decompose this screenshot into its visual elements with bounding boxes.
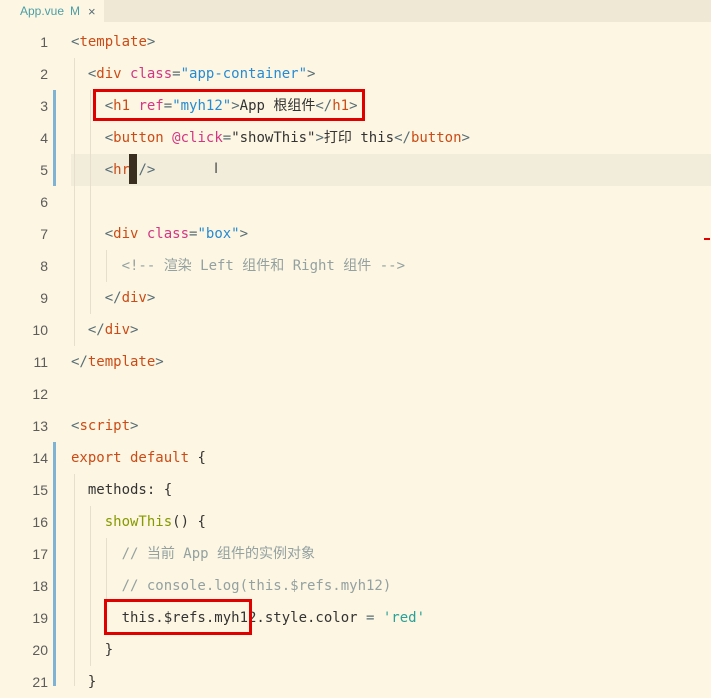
line-number: 5 xyxy=(40,162,48,178)
code-token: > xyxy=(130,418,139,434)
code-token: hr xyxy=(113,162,131,178)
code-line[interactable]: } xyxy=(71,666,96,698)
line-number: 15 xyxy=(32,482,48,498)
code-token: > xyxy=(146,290,156,306)
line-number: 6 xyxy=(40,194,48,210)
code-line[interactable]: } xyxy=(71,634,113,666)
code-line[interactable]: <template> xyxy=(71,26,155,58)
line-number: 8 xyxy=(40,258,48,274)
code-line[interactable]: <hr /> xyxy=(71,154,156,186)
editor-tab-bar: App.vue M × xyxy=(0,0,711,22)
line-number: 1 xyxy=(40,34,48,50)
line-number: 21 xyxy=(32,674,48,690)
code-token: button xyxy=(113,130,173,146)
code-line[interactable]: <script> xyxy=(71,410,138,442)
line-number: 12 xyxy=(32,386,48,402)
code-token: </ xyxy=(71,290,122,306)
code-token: > xyxy=(315,130,324,146)
highlight-box-this-refs xyxy=(104,599,252,635)
code-token: </ xyxy=(71,322,105,338)
git-modified-bar xyxy=(53,90,56,186)
line-number: 13 xyxy=(32,418,48,434)
code-token: export default xyxy=(71,450,198,466)
code-token: "app-container" xyxy=(180,66,308,82)
code-token: // console.log(this.$refs.myh12) xyxy=(71,578,392,594)
line-number: 16 xyxy=(32,514,48,530)
code-token: showThis xyxy=(71,514,173,530)
line-number: 4 xyxy=(40,130,48,146)
code-line[interactable]: methods: { xyxy=(71,474,172,506)
code-line[interactable]: <div class="box"> xyxy=(71,218,248,250)
code-token: "box" xyxy=(197,226,240,242)
highlight-box-h1-ref xyxy=(93,89,365,121)
code-token: @click xyxy=(172,130,223,146)
code-token: </ xyxy=(71,354,88,370)
code-token: = xyxy=(172,66,181,82)
code-token: = xyxy=(222,130,232,146)
code-token: > xyxy=(155,354,164,370)
code-token: class xyxy=(130,66,173,82)
code-token: <!-- 渲染 Left 组件和 Right 组件 --> xyxy=(71,258,406,274)
code-token: } xyxy=(71,674,97,690)
code-token: > xyxy=(461,130,470,146)
code-line[interactable]: export default { xyxy=(71,442,206,474)
code-line[interactable]: // 当前 App 组件的实例对象 xyxy=(71,538,315,570)
tab-filename: App.vue xyxy=(20,4,65,18)
code-line[interactable]: <button @click="showThis">打印 this</butto… xyxy=(71,122,470,154)
code-token: 打印 this xyxy=(323,130,395,146)
code-token: 'red' xyxy=(382,610,426,626)
code-token: script xyxy=(79,418,131,434)
code-token: </ xyxy=(394,130,411,146)
text-cursor-icon: I xyxy=(214,161,219,177)
code-token: > xyxy=(130,322,139,338)
code-token: { xyxy=(197,450,206,466)
code-line[interactable]: </div> xyxy=(71,314,139,346)
code-token: > xyxy=(307,66,316,82)
code-line[interactable]: <!-- 渲染 Left 组件和 Right 组件 --> xyxy=(71,250,405,282)
current-line-highlight xyxy=(71,154,711,186)
line-number: 2 xyxy=(40,66,48,82)
code-line[interactable]: // console.log(this.$refs.myh12) xyxy=(71,570,392,602)
code-line[interactable]: </template> xyxy=(71,346,164,378)
code-token: > xyxy=(239,226,249,242)
line-number: 10 xyxy=(32,322,48,338)
code-token: "showThis" xyxy=(231,130,316,146)
code-token: () { xyxy=(172,514,206,530)
code-token: methods: { xyxy=(71,482,173,498)
tab-modified-indicator: M xyxy=(70,4,81,18)
code-token: = xyxy=(366,610,383,626)
code-line[interactable]: </div> xyxy=(71,282,156,314)
code-token: template xyxy=(79,34,147,50)
code-line[interactable]: showThis() { xyxy=(71,506,206,538)
line-number: 3 xyxy=(40,98,48,114)
line-number: 7 xyxy=(40,226,48,242)
code-token: < xyxy=(71,66,97,82)
code-token: < xyxy=(71,226,114,242)
line-number: 19 xyxy=(32,610,48,626)
code-token: class xyxy=(146,226,190,242)
code-token: div xyxy=(113,226,147,242)
code-token: button xyxy=(410,130,462,146)
text-caret xyxy=(129,154,137,184)
line-number: 17 xyxy=(32,546,48,562)
line-number: 18 xyxy=(32,578,48,594)
code-token: div xyxy=(104,322,131,338)
code-token: // 当前 App 组件的实例对象 xyxy=(71,546,316,562)
overview-ruler-mark xyxy=(704,238,710,240)
code-token: } xyxy=(71,642,114,658)
code-token: div xyxy=(121,290,147,306)
line-number: 9 xyxy=(40,290,48,306)
code-token: div xyxy=(96,66,131,82)
git-modified-bar xyxy=(53,442,56,686)
tab-app-vue[interactable]: App.vue M × xyxy=(0,0,104,22)
code-token: template xyxy=(87,354,156,370)
line-number: 14 xyxy=(32,450,48,466)
code-line[interactable]: <div class="app-container"> xyxy=(71,58,316,90)
code-token: < xyxy=(71,130,114,146)
close-icon[interactable]: × xyxy=(88,4,96,19)
line-number: 11 xyxy=(33,354,48,370)
code-token: < xyxy=(71,162,114,178)
line-number: 20 xyxy=(32,642,48,658)
code-token: > xyxy=(146,34,156,50)
